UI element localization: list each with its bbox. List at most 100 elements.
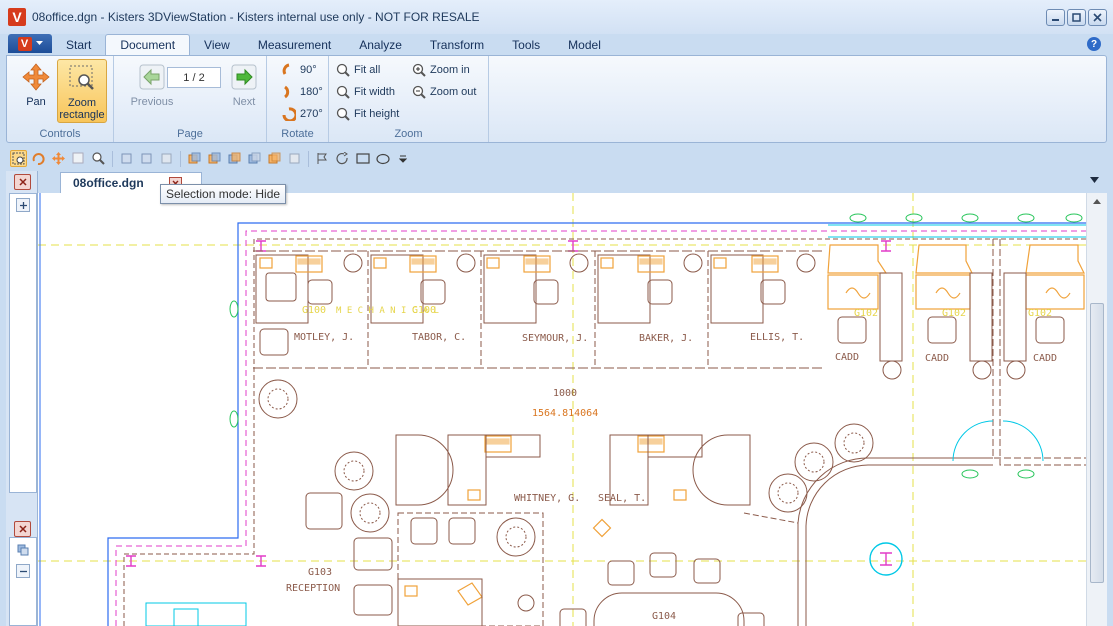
close-button[interactable]: [1088, 9, 1107, 26]
zoom-rectangle-tool-icon[interactable]: [10, 150, 27, 167]
pan-button[interactable]: Pan: [11, 59, 61, 123]
rotate-group-label: Rotate: [281, 128, 314, 140]
select-face-icon[interactable]: [158, 150, 175, 167]
fit-height-icon: [335, 106, 351, 122]
hide-icon[interactable]: [186, 150, 203, 167]
rotate-90-button[interactable]: 90°: [281, 60, 317, 80]
expand-tree-icon[interactable]: [16, 198, 30, 212]
previous-label: Previous: [130, 96, 174, 108]
vertical-scrollbar[interactable]: [1086, 193, 1107, 626]
pan-tool-icon[interactable]: [50, 150, 67, 167]
zoom-out-button[interactable]: Zoom out: [411, 82, 476, 102]
ribbon-panel: Pan Zoom rectangle Controls Previous 1 /…: [6, 55, 1107, 143]
tab-measurement[interactable]: Measurement: [244, 34, 345, 55]
fit-height-button[interactable]: Fit height: [335, 104, 399, 124]
label-g102-2: G102: [942, 308, 966, 319]
window-title: 08office.dgn - Kisters 3DViewStation - K…: [32, 10, 480, 24]
collapse-tree-icon[interactable]: [16, 564, 30, 578]
tab-start[interactable]: Start: [52, 34, 105, 55]
label-g102-1: G102: [854, 308, 878, 319]
app-menu-button[interactable]: V: [8, 34, 52, 53]
model-tree-panel: [9, 193, 37, 493]
label-g104: G104: [652, 611, 676, 622]
close-icon: [18, 525, 27, 533]
maximize-button[interactable]: [1067, 9, 1086, 26]
zoom-in-button[interactable]: Zoom in: [411, 60, 470, 80]
controls-group: Pan Zoom rectangle Controls: [7, 56, 114, 142]
zoom-rectangle-button[interactable]: Zoom rectangle: [57, 59, 107, 123]
label-room-area: 1564.814064: [532, 408, 598, 419]
minimize-button[interactable]: [1046, 9, 1065, 26]
zoom-rectangle-label-line2: rectangle: [59, 109, 105, 121]
scroll-up-icon[interactable]: [1093, 197, 1101, 206]
zoom-in-label: Zoom in: [430, 64, 470, 76]
isolate-icon[interactable]: [246, 150, 263, 167]
properties-panel: [9, 537, 37, 626]
arrow-right-icon: [228, 61, 260, 93]
tab-model[interactable]: Model: [554, 34, 615, 55]
zoom-out-label: Zoom out: [430, 86, 477, 98]
left-side-panel: [6, 171, 38, 626]
rotate-180-button[interactable]: 180°: [281, 82, 323, 102]
label-seal: SEAL, T.: [598, 493, 646, 504]
scrollbar-thumb[interactable]: [1090, 303, 1104, 583]
rotate-90-icon: [281, 62, 297, 78]
close-panel-button-2[interactable]: [14, 521, 31, 537]
fit-width-icon: [335, 84, 351, 100]
layers-icon[interactable]: [16, 543, 30, 557]
show-all-icon[interactable]: [286, 150, 303, 167]
fit-width-button[interactable]: Fit width: [335, 82, 395, 102]
rotate-180-label: 180°: [300, 86, 323, 98]
rotate-270-label: 270°: [300, 108, 323, 120]
page-group: Previous 1 / 2 Next Page: [114, 56, 267, 142]
zoom-rectangle-icon: [66, 62, 98, 94]
pan-icon: [20, 61, 52, 93]
rotate-tool-icon[interactable]: [30, 150, 47, 167]
drawing-canvas[interactable]: MOTLEY, J. TABOR, C. SEYMOUR, J. BAKER, …: [38, 193, 1086, 626]
tab-view[interactable]: View: [190, 34, 244, 55]
refresh-icon[interactable]: [334, 150, 351, 167]
zoom-rectangle-label-line1: Zoom: [67, 97, 97, 109]
toolbar-separator: [180, 150, 181, 167]
controls-group-label: Controls: [39, 128, 81, 140]
quick-toolbar: [6, 146, 1107, 171]
ellipse-icon[interactable]: [374, 150, 391, 167]
page-number-input[interactable]: 1 / 2: [167, 67, 221, 88]
rectangle-icon[interactable]: [354, 150, 371, 167]
toolbar-overflow-icon[interactable]: [394, 150, 411, 167]
next-page-button[interactable]: Next: [224, 59, 264, 123]
label-tabor: TABOR, C.: [412, 332, 466, 343]
page-group-label: Page: [177, 128, 203, 140]
tab-document[interactable]: Document: [105, 34, 191, 55]
zoom-group-label: Zoom: [394, 128, 423, 140]
app-logo-icon: V: [8, 8, 26, 26]
tab-analyze[interactable]: Analyze: [345, 34, 416, 55]
close-panel-button[interactable]: [14, 174, 31, 190]
ghost-icon[interactable]: [226, 150, 243, 167]
flag-icon[interactable]: [314, 150, 331, 167]
floor-plan-drawing: MOTLEY, J. TABOR, C. SEYMOUR, J. BAKER, …: [38, 193, 1086, 626]
tab-transform[interactable]: Transform: [416, 34, 498, 55]
document-list-dropdown-icon[interactable]: [1090, 175, 1099, 186]
minimize-icon: [1052, 19, 1059, 21]
chevron-down-icon: [35, 41, 43, 45]
select-tool-icon[interactable]: [70, 150, 87, 167]
title-bar: V 08office.dgn - Kisters 3DViewStation -…: [0, 0, 1113, 34]
fit-all-button[interactable]: Fit all: [335, 60, 380, 80]
rotate-270-button[interactable]: 270°: [281, 104, 323, 124]
tab-tools[interactable]: Tools: [498, 34, 554, 55]
show-icon[interactable]: [206, 150, 223, 167]
help-icon[interactable]: ?: [1087, 37, 1101, 51]
zoom-group: Fit all Fit width Fit height Zoom in Zoo…: [329, 56, 489, 142]
label-cadd-1: CADD: [835, 352, 859, 363]
arrow-left-icon: [136, 61, 168, 93]
invert-visibility-icon[interactable]: [266, 150, 283, 167]
zoom-tool-icon[interactable]: [90, 150, 107, 167]
window-controls: [1046, 9, 1107, 26]
close-icon: [1093, 13, 1102, 22]
select-part-icon[interactable]: [138, 150, 155, 167]
rotate-90-label: 90°: [300, 64, 317, 76]
close-icon: [18, 178, 27, 186]
select-model-icon[interactable]: [118, 150, 135, 167]
pan-label: Pan: [26, 96, 46, 108]
